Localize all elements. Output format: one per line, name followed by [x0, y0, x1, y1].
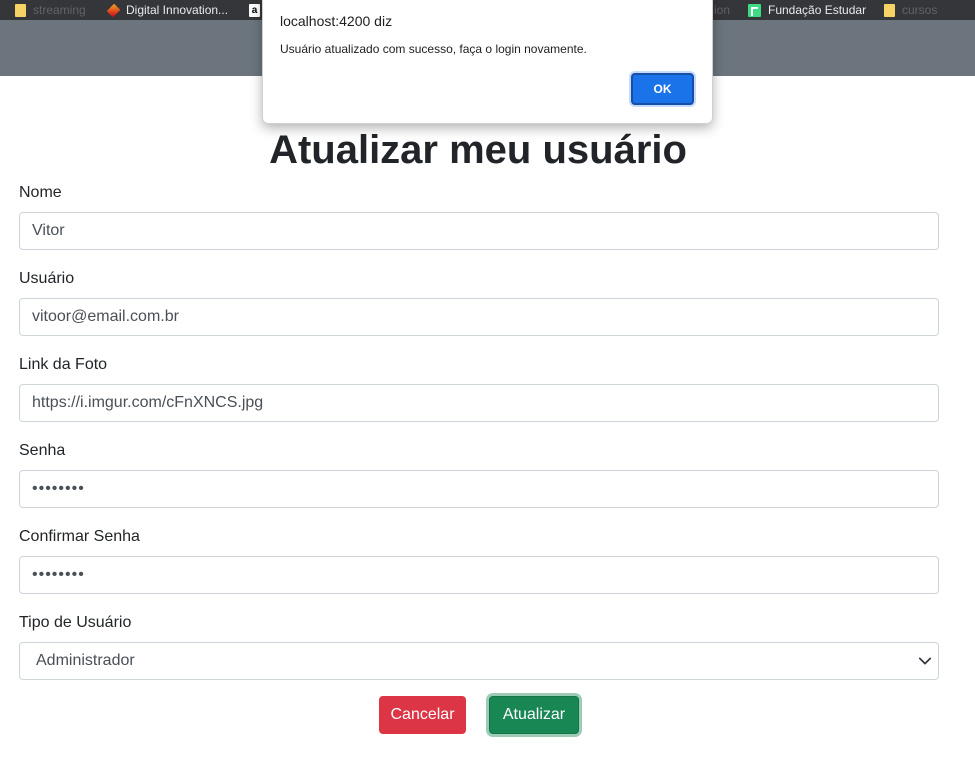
usuario-label: Usuário	[19, 270, 75, 287]
bookmark-label: cursos	[902, 3, 938, 17]
bookmark-fundacao-estudar[interactable]: Fundação Estudar	[748, 0, 866, 20]
bookmark-label: Fundação Estudar	[768, 3, 867, 17]
dialog-ok-button[interactable]: OK	[631, 73, 694, 105]
dialog-message: Usuário atualizado com sucesso, faça o l…	[280, 42, 587, 56]
bookmark-label: ion	[714, 3, 731, 17]
bookmark-cursos[interactable]: cursos	[884, 0, 937, 20]
amazon-icon: a	[249, 3, 260, 17]
folder-icon	[884, 3, 895, 17]
foto-label: Link da Foto	[19, 356, 108, 373]
bookmark-streaming[interactable]: streaming	[15, 0, 86, 20]
nome-input[interactable]: Vitor	[19, 212, 939, 250]
usuario-input[interactable]: vitoor@email.com.br	[19, 298, 939, 336]
senha-label: Senha	[19, 442, 66, 459]
bookmark-partial[interactable]: ion	[714, 0, 730, 20]
chevron-down-icon	[918, 657, 932, 665]
cancel-button[interactable]: Cancelar	[379, 696, 466, 734]
bookmark-label: streaming	[33, 3, 86, 17]
senha-input[interactable]: ••••••••	[19, 470, 939, 508]
alert-dialog: localhost:4200 diz Usuário atualizado co…	[262, 0, 713, 124]
confirmar-senha-label: Confirmar Senha	[19, 528, 140, 545]
dio-icon	[106, 3, 121, 17]
update-button[interactable]: Atualizar	[489, 696, 579, 734]
tipo-usuario-label: Tipo de Usuário	[19, 614, 132, 631]
dialog-title: localhost:4200 diz	[280, 13, 393, 29]
confirmar-senha-input[interactable]: ••••••••	[19, 556, 939, 594]
bookmark-digital-innovation[interactable]: Digital Innovation...	[106, 0, 229, 20]
folder-icon	[15, 3, 26, 17]
nome-label: Nome	[19, 184, 62, 201]
tipo-usuario-select[interactable]: Administrador	[19, 642, 939, 680]
page-title: Atualizar meu usuário	[269, 128, 687, 172]
fundacao-estudar-icon	[748, 3, 761, 17]
tipo-usuario-value: Administrador	[36, 652, 135, 669]
foto-input[interactable]: https://i.imgur.com/cFnXNCS.jpg	[19, 384, 939, 422]
bookmark-label: Digital Innovation...	[126, 3, 229, 17]
